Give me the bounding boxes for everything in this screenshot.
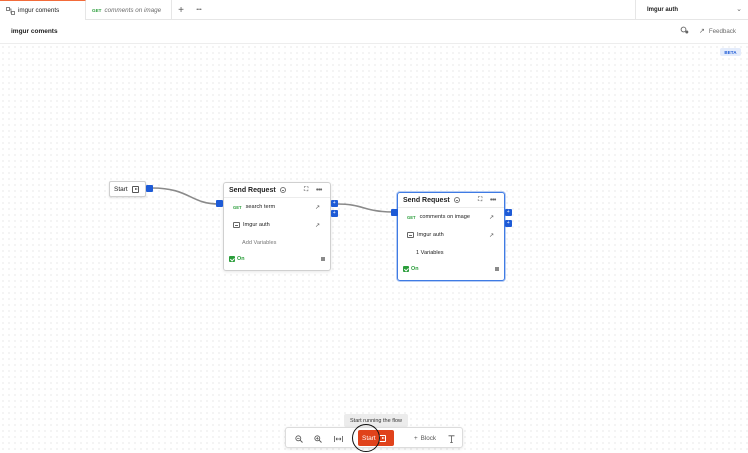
external-link-icon: ↗: [698, 28, 705, 35]
plus-icon: +: [178, 4, 184, 16]
more-icon: •••: [196, 7, 202, 13]
variables-label: 1 Variables: [416, 250, 444, 256]
environment-name: Imgur auth: [417, 232, 444, 238]
info-icon[interactable]: [279, 187, 286, 193]
tab-request[interactable]: GET comments on image: [86, 0, 172, 20]
play-icon: [131, 185, 139, 193]
run-label: Start: [362, 434, 376, 442]
zoom-in-button[interactable]: [311, 428, 325, 449]
environment-icon: [233, 222, 240, 228]
variables-row[interactable]: 1 Variables: [398, 244, 504, 262]
block-title: Send Request: [229, 186, 276, 194]
block2-input-port[interactable]: [391, 209, 398, 216]
open-link-icon[interactable]: ↗: [315, 204, 320, 211]
variables-label: Add Variables: [242, 240, 277, 246]
environment-row[interactable]: Imgur auth ↗: [224, 216, 330, 234]
page-title: imgur coments: [11, 28, 58, 35]
settings-icon[interactable]: [680, 26, 689, 36]
environment-row[interactable]: Imgur auth ↗: [398, 226, 504, 244]
method-badge: GET: [407, 214, 416, 220]
block2-output-port-2[interactable]: +: [505, 220, 512, 227]
start-block-label: Start: [114, 185, 128, 193]
start-run-button[interactable]: Start: [358, 430, 394, 446]
send-request-block[interactable]: Send Request ⛶ ••• GET comments on image…: [397, 192, 505, 281]
method-badge: GET: [92, 7, 102, 13]
more-icon[interactable]: •••: [316, 187, 322, 194]
request-name: search term: [245, 204, 276, 210]
flow-header: imgur coments ↗ Feedback: [0, 20, 748, 44]
request-row[interactable]: GET comments on image ↗: [398, 208, 504, 226]
block1-input-port[interactable]: [216, 200, 223, 207]
environment-name: Imgur auth: [647, 7, 678, 13]
status-label: On: [237, 256, 245, 262]
variables-row[interactable]: Add Variables: [224, 234, 330, 252]
run-tooltip: Start running the flow: [344, 414, 408, 427]
status-row: On: [398, 262, 504, 276]
feedback-link[interactable]: Feedback: [709, 28, 736, 35]
request-row[interactable]: GET search term ↗: [224, 198, 330, 216]
zoom-out-icon: [295, 434, 303, 443]
stop-icon[interactable]: [321, 257, 325, 261]
method-badge: GET: [233, 204, 242, 210]
environment-icon: [407, 232, 414, 238]
block-title: Send Request: [403, 196, 450, 204]
fit-view-icon: [333, 435, 343, 442]
zoom-out-button[interactable]: [292, 428, 306, 449]
status-label: On: [411, 266, 419, 272]
new-tab-button[interactable]: +: [172, 0, 190, 20]
plus-icon: +: [413, 435, 418, 442]
tab-overflow-button[interactable]: •••: [190, 0, 208, 20]
start-block[interactable]: Start: [109, 181, 146, 197]
text-icon: [448, 434, 454, 443]
start-output-port[interactable]: [146, 185, 153, 192]
header-actions: ↗ Feedback: [680, 26, 736, 36]
expand-icon[interactable]: ⛶: [478, 197, 482, 204]
status-row: On: [224, 252, 330, 266]
environment-name: Imgur auth: [243, 222, 270, 228]
environment-selector[interactable]: Imgur auth ⌄: [635, 0, 748, 20]
open-link-icon[interactable]: ↗: [489, 214, 494, 221]
tab-flow[interactable]: imgur coments: [0, 0, 86, 20]
play-icon: [378, 434, 386, 442]
more-icon[interactable]: •••: [490, 197, 496, 204]
send-request-block[interactable]: Send Request ⛶ ••• GET search term ↗ Img…: [223, 182, 331, 271]
expand-icon[interactable]: ⛶: [304, 187, 308, 194]
stop-icon[interactable]: [495, 267, 499, 271]
block1-output-port[interactable]: +: [331, 200, 338, 207]
flow-icon: [6, 6, 15, 15]
beta-badge: BETA: [720, 48, 741, 56]
fit-view-button[interactable]: [331, 428, 345, 449]
block1-output-port-2[interactable]: +: [331, 210, 338, 217]
zoom-in-icon: [314, 434, 322, 443]
flow-canvas[interactable]: [0, 44, 748, 453]
add-block-label: Block: [420, 435, 437, 442]
chevron-down-icon: ⌄: [736, 6, 742, 13]
request-name: comments on image: [419, 214, 470, 220]
check-icon[interactable]: [403, 266, 409, 272]
add-block-button[interactable]: + Block: [410, 428, 440, 449]
check-icon[interactable]: [229, 256, 235, 262]
tab-label: comments on image: [104, 6, 162, 14]
open-link-icon[interactable]: ↗: [489, 232, 494, 239]
tab-label: imgur coments: [18, 7, 60, 14]
add-text-button[interactable]: [444, 428, 458, 449]
info-icon[interactable]: [453, 197, 460, 203]
open-link-icon[interactable]: ↗: [315, 222, 320, 229]
block2-output-port[interactable]: +: [505, 209, 512, 216]
block-header: Send Request ⛶ •••: [398, 193, 504, 208]
block-header: Send Request ⛶ •••: [224, 183, 330, 198]
